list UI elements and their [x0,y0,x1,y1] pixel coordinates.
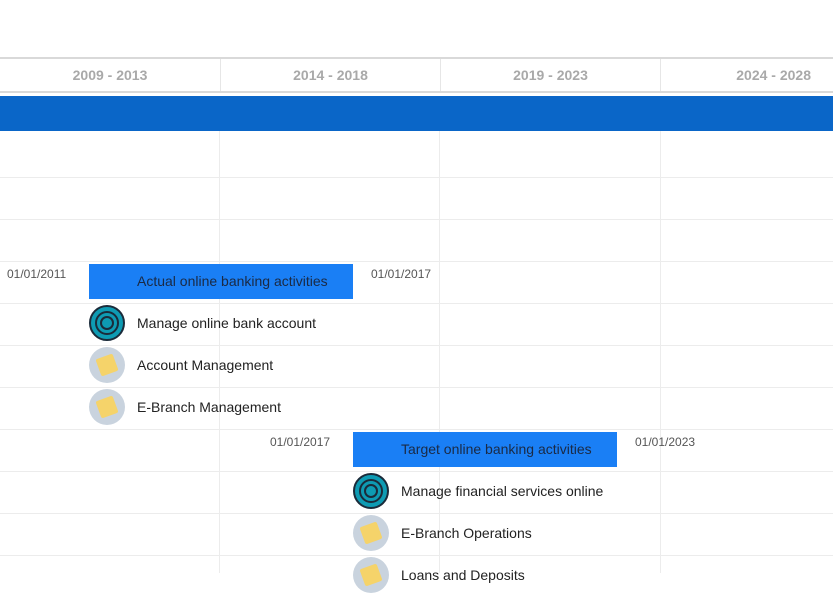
activity-bar-actual[interactable]: Actual online banking activities [89,264,353,299]
grid-row-line [0,513,833,514]
grid-row-line [0,429,833,430]
grid-row-line [0,345,833,346]
item-label: Account Management [137,357,274,373]
grid-row-line [0,387,833,388]
list-item[interactable]: Manage financial services online [353,473,603,509]
start-date-label: 01/01/2011 [7,267,67,281]
grid-row-line [0,177,833,178]
period-header: 2024 - 2028 [660,59,833,91]
start-date-label: 01/01/2017 [270,435,331,449]
list-item[interactable]: Account Management [89,347,273,383]
list-item[interactable]: Loans and Deposits [353,557,525,593]
item-label: E-Branch Operations [401,525,532,541]
target-icon [89,305,125,341]
list-item[interactable]: Manage online bank account [89,305,316,341]
grid-row-line [0,471,833,472]
task-icon [353,557,389,593]
end-date-label: 01/01/2017 [371,267,432,281]
timeline-header: 2009 - 2013 2014 - 2018 2019 - 2023 2024… [0,57,833,93]
item-label: Manage financial services online [401,483,604,499]
grid-column-line [660,131,661,573]
task-icon [353,515,389,551]
task-icon [89,389,125,425]
end-date-label: 01/01/2023 [635,435,696,449]
period-header: 2014 - 2018 [220,59,440,91]
item-label: E-Branch Management [137,399,281,415]
list-item[interactable]: E-Branch Management [89,389,281,425]
grid-row-line [0,219,833,220]
task-icon [89,347,125,383]
period-header: 2009 - 2013 [72,67,148,83]
activity-bar-target[interactable]: Target online banking activities [353,432,617,467]
item-label: Manage online bank account [137,315,317,331]
grid-row-line [0,555,833,556]
list-item[interactable]: E-Branch Operations [353,515,532,551]
grid-row-line [0,303,833,304]
item-label: Loans and Deposits [401,567,525,583]
grid-row-line [0,261,833,262]
target-icon [353,473,389,509]
period-header: 2019 - 2023 [440,59,660,91]
timeline-band [0,96,833,131]
